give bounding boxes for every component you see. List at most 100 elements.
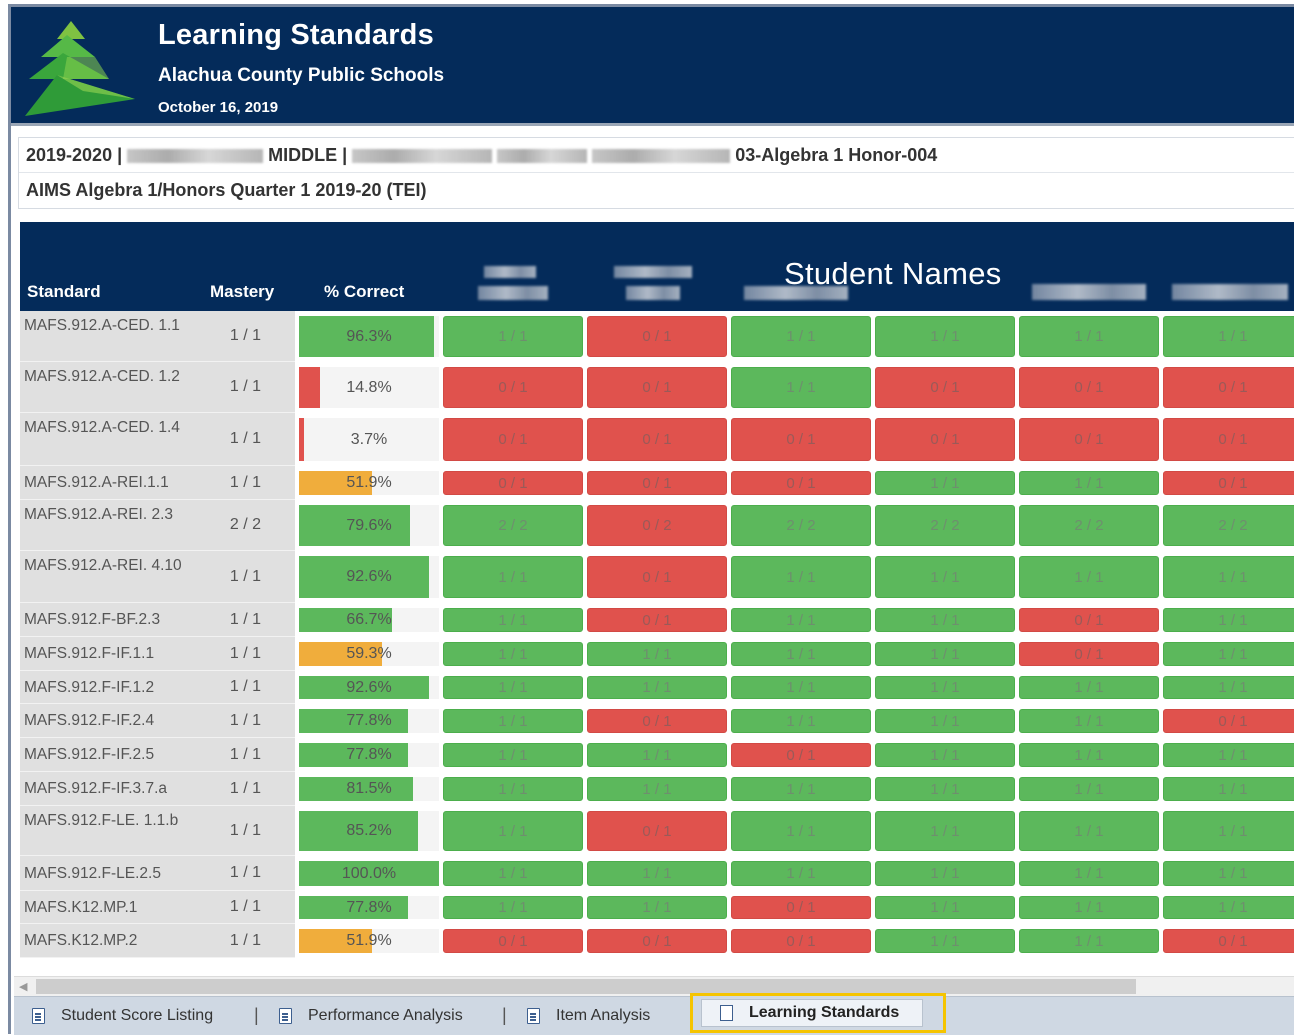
student-score-cell[interactable]: 0 / 1 (875, 418, 1015, 461)
student-score-cell[interactable]: 1 / 1 (1163, 316, 1294, 357)
student-score-cell[interactable]: 1 / 1 (1019, 929, 1159, 953)
standard-code[interactable]: MAFS.K12.MP.1 (20, 891, 196, 924)
student-score-cell[interactable]: 1 / 1 (587, 642, 727, 666)
standard-code[interactable]: MAFS.K12.MP.2 (20, 924, 196, 958)
student-score-cell[interactable]: 0 / 1 (587, 471, 727, 495)
student-score-cell[interactable]: 1 / 1 (1019, 743, 1159, 767)
student-score-cell[interactable]: 1 / 1 (587, 743, 727, 767)
student-score-cell[interactable]: 0 / 1 (1163, 709, 1294, 733)
student-score-cell[interactable]: 0 / 1 (587, 929, 727, 953)
student-score-cell[interactable]: 1 / 1 (875, 709, 1015, 733)
student-score-cell[interactable]: 1 / 1 (443, 896, 583, 919)
student-score-cell[interactable]: 1 / 1 (731, 316, 871, 357)
standard-code[interactable]: MAFS.912.F-IF.1.1 (20, 637, 196, 671)
student-score-cell[interactable]: 1 / 1 (443, 743, 583, 767)
student-score-cell[interactable]: 1 / 1 (875, 929, 1015, 953)
student-score-cell[interactable]: 1 / 1 (587, 676, 727, 699)
student-score-cell[interactable]: 1 / 1 (875, 471, 1015, 495)
student-score-cell[interactable]: 1 / 1 (443, 777, 583, 801)
student-score-cell[interactable]: 0 / 1 (1019, 367, 1159, 408)
tab-learning-standards[interactable]: Learning Standards (690, 993, 946, 1033)
student-score-cell[interactable]: 1 / 1 (1163, 676, 1294, 699)
student-score-cell[interactable]: 1 / 1 (1019, 471, 1159, 495)
student-score-cell[interactable]: 0 / 1 (731, 471, 871, 495)
student-score-cell[interactable]: 1 / 1 (1163, 896, 1294, 919)
student-score-cell[interactable]: 1 / 1 (1019, 777, 1159, 801)
student-score-cell[interactable]: 2 / 2 (443, 505, 583, 546)
standard-code[interactable]: MAFS.912.F-IF.2.5 (20, 738, 196, 772)
student-score-cell[interactable]: 1 / 1 (875, 642, 1015, 666)
student-score-cell[interactable]: 1 / 1 (443, 608, 583, 632)
student-score-cell[interactable]: 1 / 1 (731, 709, 871, 733)
student-score-cell[interactable]: 0 / 1 (587, 709, 727, 733)
student-score-cell[interactable]: 1 / 1 (443, 709, 583, 733)
standard-code[interactable]: MAFS.912.F-BF.2.3 (20, 603, 196, 637)
student-score-cell[interactable]: 1 / 1 (1019, 896, 1159, 919)
student-score-cell[interactable]: 1 / 1 (731, 861, 871, 886)
student-score-cell[interactable]: 1 / 1 (1019, 861, 1159, 886)
student-score-cell[interactable]: 1 / 1 (875, 811, 1015, 851)
student-score-cell[interactable]: 1 / 1 (731, 556, 871, 598)
student-name-3[interactable] (744, 286, 848, 300)
student-score-cell[interactable]: 1 / 1 (587, 896, 727, 919)
column-header-mastery[interactable]: Mastery (210, 282, 274, 302)
standard-code[interactable]: MAFS.912.F-LE. 1.1.b (20, 806, 196, 856)
standard-code[interactable]: MAFS.912.A-REI.1.1 (20, 466, 196, 500)
student-score-cell[interactable]: 1 / 1 (875, 556, 1015, 598)
student-name-6[interactable] (1172, 284, 1288, 300)
student-name-1[interactable] (484, 266, 536, 278)
student-score-cell[interactable]: 0 / 1 (443, 471, 583, 495)
student-score-cell[interactable]: 1 / 1 (1163, 811, 1294, 851)
student-score-cell[interactable]: 1 / 1 (875, 777, 1015, 801)
student-score-cell[interactable]: 0 / 1 (587, 367, 727, 408)
student-score-cell[interactable]: 1 / 1 (1019, 811, 1159, 851)
student-name-2[interactable] (614, 266, 692, 278)
student-score-cell[interactable]: 1 / 1 (731, 367, 871, 408)
standard-code[interactable]: MAFS.912.F-LE.2.5 (20, 856, 196, 891)
student-score-cell[interactable]: 1 / 1 (443, 861, 583, 886)
student-score-cell[interactable]: 0 / 1 (731, 743, 871, 767)
standard-code[interactable]: MAFS.912.A-CED. 1.2 (20, 362, 196, 413)
student-score-cell[interactable]: 0 / 1 (731, 418, 871, 461)
scroll-left-icon[interactable]: ◀ (19, 980, 27, 993)
student-score-cell[interactable]: 0 / 1 (443, 418, 583, 461)
student-score-cell[interactable]: 1 / 1 (1019, 556, 1159, 598)
tab-item-analysis[interactable]: Item Analysis (527, 1003, 650, 1029)
student-score-cell[interactable]: 1 / 1 (443, 642, 583, 666)
student-score-cell[interactable]: 1 / 1 (1019, 709, 1159, 733)
student-score-cell[interactable]: 2 / 2 (1163, 505, 1294, 546)
student-score-cell[interactable]: 0 / 1 (587, 418, 727, 461)
student-score-cell[interactable]: 0 / 1 (731, 929, 871, 953)
student-score-cell[interactable]: 0 / 1 (587, 556, 727, 598)
standard-code[interactable]: MAFS.912.A-CED. 1.1 (20, 311, 196, 362)
student-score-cell[interactable]: 0 / 1 (1163, 367, 1294, 408)
student-score-cell[interactable]: 1 / 1 (1163, 777, 1294, 801)
student-score-cell[interactable]: 0 / 1 (875, 367, 1015, 408)
student-score-cell[interactable]: 0 / 1 (1163, 929, 1294, 953)
standard-code[interactable]: MAFS.912.F-IF.1.2 (20, 671, 196, 704)
student-score-cell[interactable]: 0 / 1 (587, 811, 727, 851)
student-score-cell[interactable]: 1 / 1 (443, 556, 583, 598)
student-score-cell[interactable]: 1 / 1 (1163, 743, 1294, 767)
student-score-cell[interactable]: 0 / 1 (1019, 418, 1159, 461)
student-score-cell[interactable]: 1 / 1 (731, 676, 871, 699)
student-score-cell[interactable]: 2 / 2 (875, 505, 1015, 546)
column-header-standard[interactable]: Standard (27, 282, 101, 302)
student-score-cell[interactable]: 0 / 1 (587, 608, 727, 632)
student-score-cell[interactable]: 1 / 1 (875, 743, 1015, 767)
student-score-cell[interactable]: 1 / 1 (587, 777, 727, 801)
student-score-cell[interactable]: 1 / 1 (875, 676, 1015, 699)
tab-student-score-listing[interactable]: Student Score Listing (32, 1003, 213, 1029)
student-score-cell[interactable]: 1 / 1 (1019, 676, 1159, 699)
student-score-cell[interactable]: 0 / 1 (443, 367, 583, 408)
student-name-5[interactable] (1032, 284, 1146, 300)
column-header-correct[interactable]: % Correct (324, 282, 404, 302)
student-score-cell[interactable]: 0 / 1 (1019, 642, 1159, 666)
standard-code[interactable]: MAFS.912.A-CED. 1.4 (20, 413, 196, 466)
student-score-cell[interactable]: 0 / 1 (1019, 608, 1159, 632)
student-score-cell[interactable]: 2 / 2 (731, 505, 871, 546)
student-score-cell[interactable]: 0 / 1 (1163, 418, 1294, 461)
student-score-cell[interactable]: 1 / 1 (1163, 608, 1294, 632)
student-score-cell[interactable]: 1 / 1 (587, 861, 727, 886)
student-score-cell[interactable]: 1 / 1 (731, 642, 871, 666)
